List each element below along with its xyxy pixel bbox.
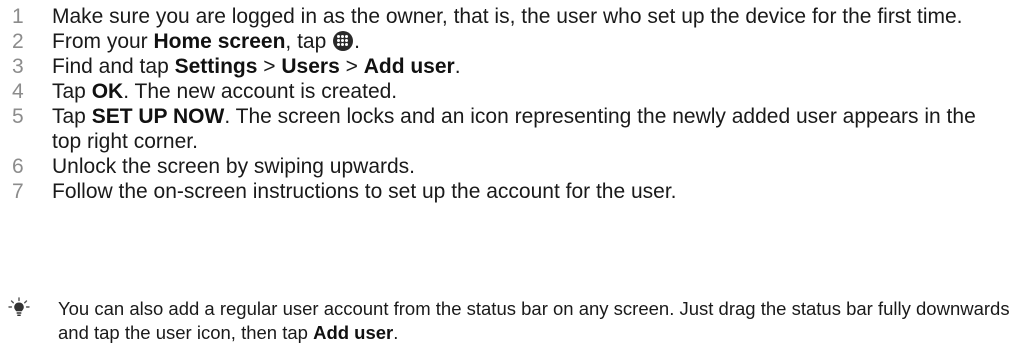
text-run: You can also add a regular user account …	[58, 298, 1010, 343]
tip-text: You can also add a regular user account …	[58, 297, 1013, 345]
step-item: 3 Find and tap Settings > Users > Add use…	[8, 54, 1008, 79]
step-text: Tap OK. The new account is created.	[52, 79, 1008, 104]
text-run: Tap	[52, 80, 92, 103]
text-run: Make sure you are logged in as the owner…	[52, 5, 963, 28]
lightbulb-tip-icon	[8, 297, 58, 319]
text-run: Unlock the screen by swiping upwards.	[52, 155, 416, 178]
step-number: 3	[12, 55, 24, 78]
step-text: From your Home screen, tap .	[52, 29, 1008, 54]
text-run: , tap	[285, 30, 333, 53]
step-number: 1	[12, 5, 24, 28]
step-number: 4	[12, 80, 24, 103]
bold-ui-term: SET UP NOW	[91, 105, 225, 128]
text-run: .	[454, 55, 461, 78]
step-text: Find and tap Settings > Users > Add user…	[52, 54, 1008, 79]
text-run: >	[339, 55, 364, 78]
apps-grid-icon[interactable]	[333, 31, 354, 51]
step-number: 6	[12, 155, 24, 178]
tip-note: You can also add a regular user account …	[8, 297, 1013, 345]
bold-ui-term: Home screen	[153, 30, 286, 53]
bold-ui-term: Add user	[313, 322, 394, 343]
text-run: Follow the on-screen instructions to set…	[52, 180, 677, 203]
bold-ui-term: Add user	[363, 55, 455, 78]
step-number: 2	[12, 30, 24, 53]
step-number: 5	[12, 105, 24, 128]
text-run: Find and tap	[52, 55, 175, 78]
step-number: 7	[12, 180, 24, 203]
step-item: 5 Tap SET UP NOW. The screen locks and an…	[8, 104, 1008, 154]
step-item: 2 From your Home screen, tap .	[8, 29, 1008, 54]
bold-ui-term: OK	[91, 80, 124, 103]
bold-ui-term: Settings	[174, 55, 258, 78]
step-text: Tap SET UP NOW. The screen locks and an …	[52, 104, 1008, 154]
step-text: Unlock the screen by swiping upwards.	[52, 154, 1008, 179]
steps-list: 1 Make sure you are logged in as the owne…	[8, 4, 1008, 204]
text-run: .	[393, 322, 399, 343]
text-run: .	[354, 30, 360, 53]
text-run: >	[257, 55, 282, 78]
step-item: 7 Follow the on-screen instructions to se…	[8, 179, 1008, 204]
step-item: 6 Unlock the screen by swiping upwards.	[8, 154, 1008, 179]
step-item: 4 Tap OK. The new account is created.	[8, 79, 1008, 104]
text-run: . The new account is created.	[123, 80, 398, 103]
bold-ui-term: Users	[281, 55, 340, 78]
text-run: Tap	[52, 105, 92, 128]
step-text: Follow the on-screen instructions to set…	[52, 179, 1008, 204]
step-item: 1 Make sure you are logged in as the owne…	[8, 4, 1008, 29]
text-run: From your	[52, 30, 154, 53]
step-text: Make sure you are logged in as the owner…	[52, 4, 1008, 29]
